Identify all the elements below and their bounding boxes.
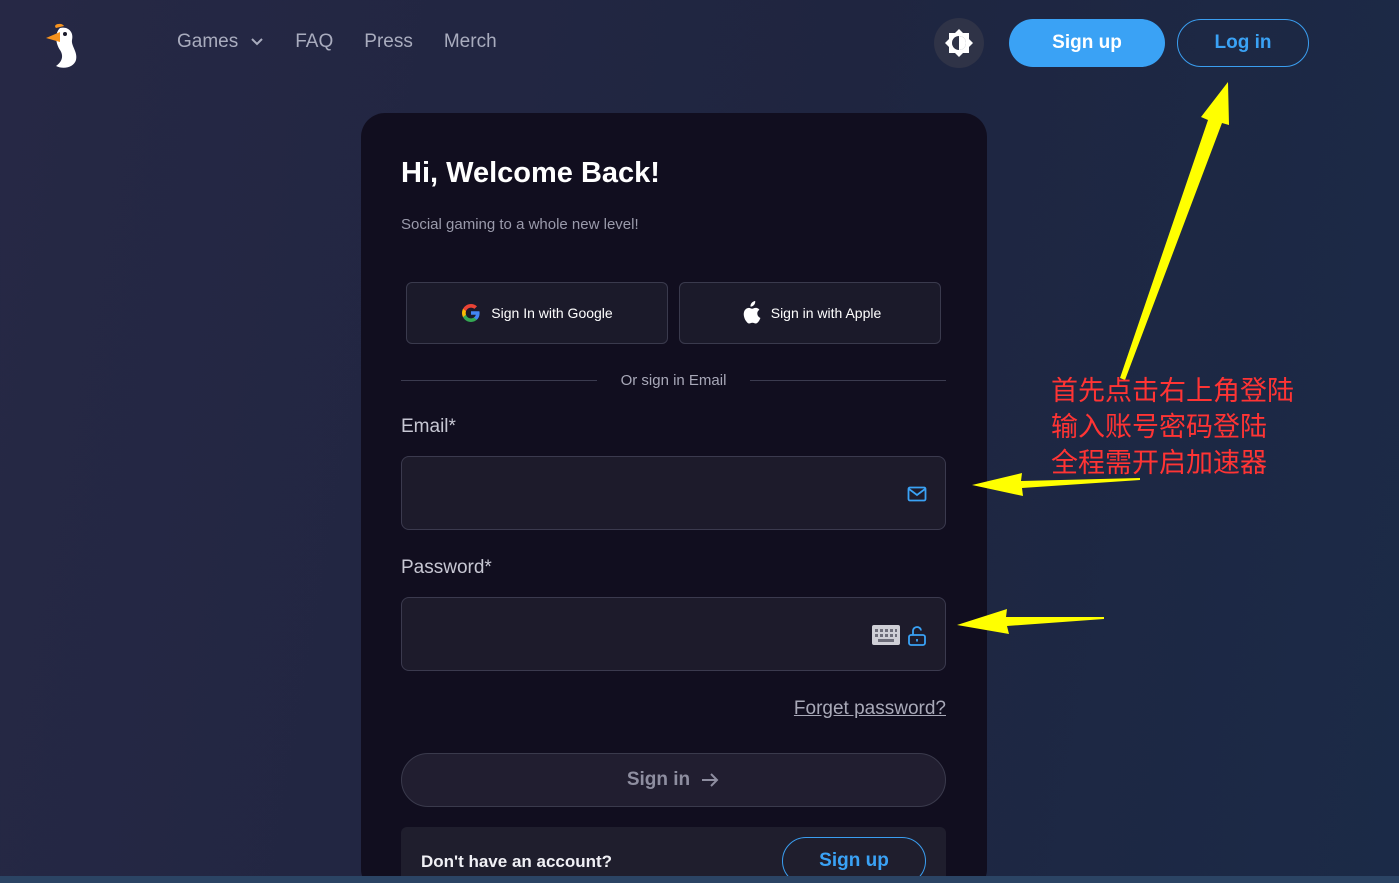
goose-logo-icon[interactable] bbox=[42, 22, 82, 70]
keyboard-icon[interactable] bbox=[872, 625, 900, 650]
arrow-right-icon bbox=[700, 771, 720, 789]
nav-merch[interactable]: Merch bbox=[444, 31, 497, 53]
theme-toggle-icon bbox=[945, 29, 973, 57]
password-label: Password* bbox=[401, 557, 492, 578]
annotation-line-1: 首先点击右上角登陆 bbox=[1051, 376, 1294, 407]
divider-line-right bbox=[750, 380, 946, 381]
apple-signin-label: Sign in with Apple bbox=[770, 305, 882, 321]
nav-merch-label: Merch bbox=[443, 31, 497, 52]
nav-press-label: Press bbox=[364, 31, 413, 52]
email-label: Email* bbox=[401, 416, 456, 437]
annotation-line-2: 输入账号密码登陆 bbox=[1051, 412, 1267, 443]
annotation-text: 首先点击右上角登陆 输入账号密码登陆 全程需开启加速器 bbox=[1051, 374, 1294, 482]
unlock-icon[interactable] bbox=[907, 625, 927, 652]
email-field-wrapper bbox=[401, 456, 946, 530]
google-signin-button[interactable]: Sign In with Google bbox=[406, 282, 668, 344]
login-button-header-label: Log in bbox=[1214, 32, 1272, 53]
signup-button-header[interactable]: Sign up bbox=[1009, 19, 1165, 67]
page-title: Hi, Welcome Back! bbox=[401, 157, 660, 189]
no-account-text: Don't have an account? bbox=[421, 852, 613, 871]
mail-icon bbox=[907, 486, 927, 507]
annotation-line-3: 全程需开启加速器 bbox=[1051, 448, 1267, 479]
forgot-password-link[interactable]: Forget password? bbox=[794, 698, 946, 720]
theme-toggle-button[interactable] bbox=[934, 18, 984, 68]
google-icon bbox=[461, 303, 481, 323]
bottom-strip bbox=[0, 876, 1399, 883]
page-subtitle: Social gaming to a whole new level! bbox=[401, 216, 639, 233]
signup-button-header-label: Sign up bbox=[1052, 32, 1122, 53]
login-card: Hi, Welcome Back! Social gaming to a who… bbox=[361, 113, 987, 883]
password-field-wrapper bbox=[401, 597, 946, 671]
nav-games[interactable]: Games bbox=[177, 31, 264, 53]
nav-faq-label: FAQ bbox=[295, 31, 334, 52]
nav-faq[interactable]: FAQ bbox=[295, 31, 333, 53]
login-button-header[interactable]: Log in bbox=[1177, 19, 1309, 67]
signup-button-bottom-label: Sign up bbox=[819, 850, 889, 871]
or-divider: Or sign in Email bbox=[401, 371, 946, 391]
nav-press[interactable]: Press bbox=[364, 31, 413, 53]
chevron-down-icon bbox=[250, 37, 264, 47]
arrow-to-login bbox=[1120, 82, 1229, 380]
email-input[interactable] bbox=[402, 457, 945, 529]
main-nav: Games FAQ Press Merch bbox=[177, 31, 528, 53]
signin-button[interactable]: Sign in bbox=[401, 753, 946, 807]
signin-button-label: Sign in bbox=[626, 769, 691, 790]
apple-icon bbox=[739, 301, 761, 325]
google-signin-label: Sign In with Google bbox=[491, 305, 613, 321]
apple-signin-button[interactable]: Sign in with Apple bbox=[679, 282, 941, 344]
nav-games-label: Games bbox=[177, 31, 239, 52]
password-input[interactable] bbox=[402, 598, 945, 670]
signup-prompt: Don't have an account? Sign up bbox=[401, 827, 946, 883]
